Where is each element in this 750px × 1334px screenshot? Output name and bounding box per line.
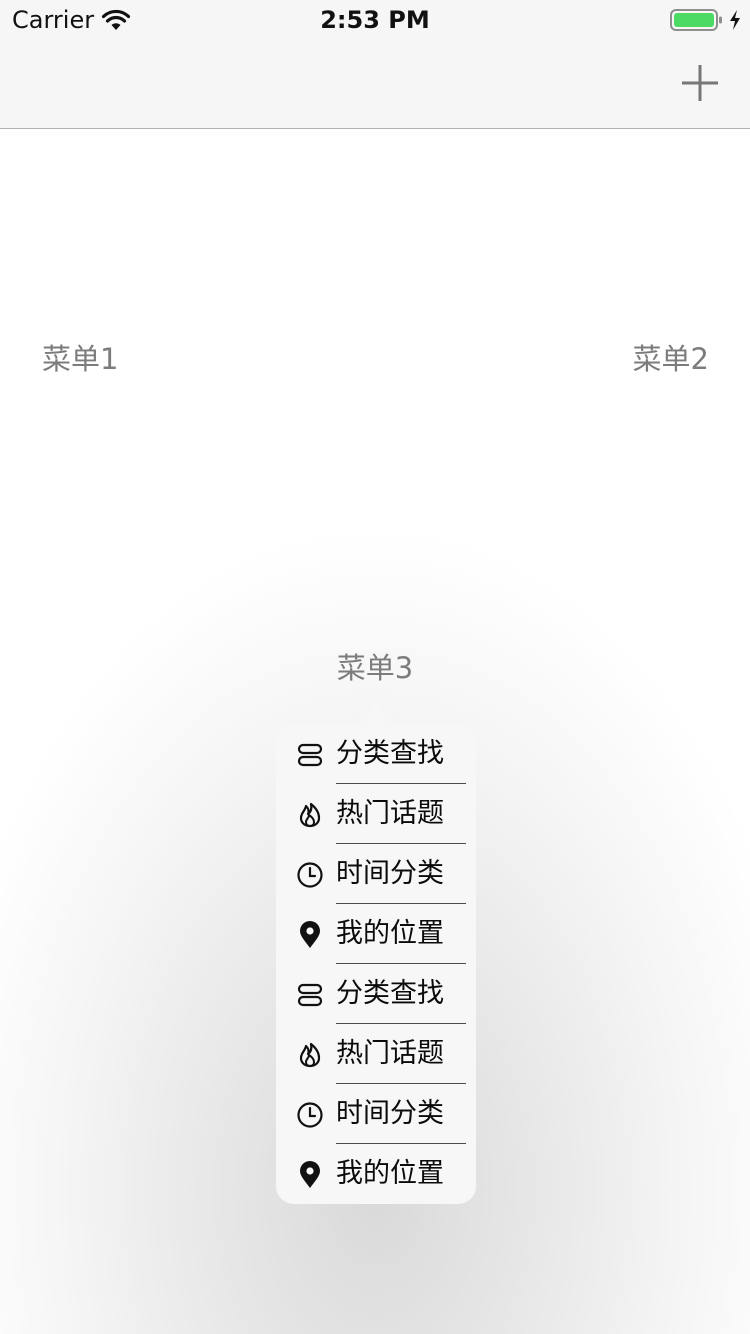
clock-icon [297,862,323,888]
location-pin-icon [300,921,320,948]
popover-arrow [350,702,402,726]
popover-item-label: 时间分类 [336,1098,444,1129]
popover-menu: 分类查找 热门话题 时间分类 我的位置 分类查找 热门话题 时间分类 我的位置 [276,724,476,1204]
popover-item-label: 我的位置 [336,1158,444,1189]
popover-item-hot-topics[interactable]: 热门话题 [276,1024,476,1084]
popover-item-time-category[interactable]: 时间分类 [276,844,476,904]
category-icon [297,983,323,1007]
status-time: 2:53 PM [320,6,430,34]
popover-item-label: 热门话题 [336,798,444,829]
popover-item-hot-topics[interactable]: 热门话题 [276,784,476,844]
menu1-button[interactable]: 菜单1 [42,339,118,379]
bolt-icon [730,10,740,30]
clock-icon [297,1102,323,1128]
location-pin-icon [300,1161,320,1188]
popover-item-label: 分类查找 [336,978,444,1009]
popover-item-label: 热门话题 [336,1038,444,1069]
flame-icon [299,1042,321,1068]
plus-icon [682,65,718,101]
popover-item-label: 时间分类 [336,858,444,889]
popover-item-category[interactable]: 分类查找 [276,724,476,784]
popover-item-category[interactable]: 分类查找 [276,964,476,1024]
battery-icon [670,9,722,31]
menu3-button[interactable]: 菜单3 [0,648,750,688]
add-button[interactable] [680,60,720,106]
popover-item-label: 我的位置 [336,918,444,949]
popover-item-my-location[interactable]: 我的位置 [276,904,476,964]
navigation-bar [0,40,750,129]
popover-item-my-location[interactable]: 我的位置 [276,1144,476,1204]
menu2-button[interactable]: 菜单2 [633,339,709,379]
flame-icon [299,802,321,828]
category-icon [297,743,323,767]
status-bar: Carrier 2:53 PM [0,0,750,40]
popover-item-label: 分类查找 [336,738,444,769]
popover-item-time-category[interactable]: 时间分类 [276,1084,476,1144]
